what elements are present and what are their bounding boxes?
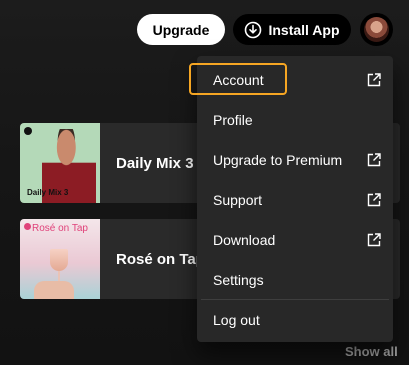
menu-item-log-out[interactable]: Log out xyxy=(201,300,389,340)
spotify-logo-icon xyxy=(24,127,32,135)
install-app-button[interactable]: Install App xyxy=(233,14,351,45)
card-title: Rosé on Tap xyxy=(116,250,205,268)
external-link-icon xyxy=(367,153,381,167)
card-title: Daily Mix 3 xyxy=(116,154,194,172)
upgrade-button[interactable]: Upgrade xyxy=(137,14,225,45)
rose-on-tap-cover: Rosé on Tap xyxy=(20,219,100,299)
menu-item-label: Download xyxy=(213,232,276,248)
install-app-label: Install App xyxy=(268,21,340,38)
upgrade-button-label: Upgrade xyxy=(152,21,210,38)
external-link-icon xyxy=(367,193,381,207)
spotify-logo-icon xyxy=(24,223,31,230)
menu-item-profile[interactable]: Profile xyxy=(201,100,389,140)
cover-label: Rosé on Tap xyxy=(32,223,88,234)
menu-item-label: Settings xyxy=(213,272,264,288)
menu-item-download[interactable]: Download xyxy=(201,220,389,260)
external-link-icon xyxy=(367,73,381,87)
menu-item-label: Profile xyxy=(213,112,253,128)
show-all-link[interactable]: Show all xyxy=(345,344,398,359)
daily-mix-cover: Daily Mix 3 xyxy=(20,123,100,203)
wine-glass-artwork xyxy=(50,249,68,271)
menu-item-label: Upgrade to Premium xyxy=(213,152,343,168)
menu-item-upgrade-to-premium[interactable]: Upgrade to Premium xyxy=(201,140,389,180)
avatar xyxy=(364,17,389,42)
hand-artwork xyxy=(34,281,74,299)
account-dropdown-menu: Account Profile Upgrade to Premium Suppo… xyxy=(197,56,393,342)
menu-item-support[interactable]: Support xyxy=(201,180,389,220)
menu-item-label: Support xyxy=(213,192,263,208)
cover-label: Daily Mix 3 xyxy=(27,188,69,197)
external-link-icon xyxy=(367,233,381,247)
menu-item-label: Log out xyxy=(213,312,260,328)
menu-item-label: Account xyxy=(213,72,264,88)
download-circle-icon xyxy=(244,21,262,39)
menu-item-account[interactable]: Account xyxy=(201,60,389,100)
menu-item-settings[interactable]: Settings xyxy=(201,260,389,300)
user-menu-button[interactable] xyxy=(360,13,393,46)
